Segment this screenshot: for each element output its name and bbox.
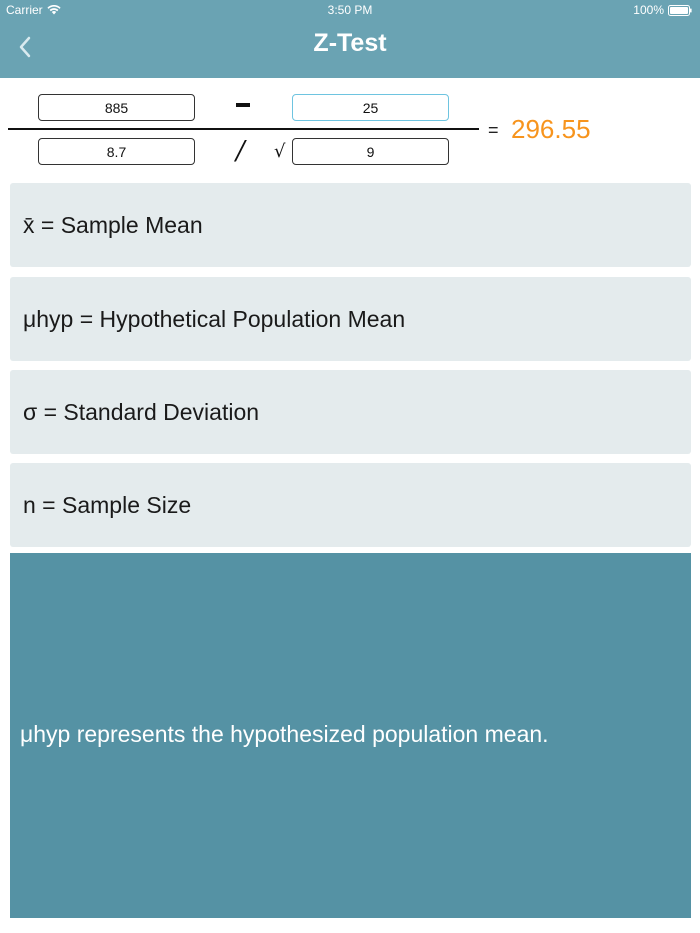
explanation-text: μhyp represents the hypothesized populat… [20,721,549,747]
explanation-panel: μhyp represents the hypothesized populat… [10,553,691,918]
status-bar: Carrier 3:50 PM 100% [0,0,700,20]
definition-standard-deviation[interactable]: σ = Standard Deviation [10,370,691,454]
status-time: 3:50 PM [327,3,373,17]
page-title: Z-Test [313,29,387,57]
z-score-result: 296.55 [511,114,591,144]
definition-hypothetical-mean[interactable]: μhyp = Hypothetical Population Mean [10,277,691,361]
hypothetical-mean-input[interactable] [292,94,449,121]
fraction-line [8,128,479,130]
battery-percent: 100% [633,3,664,17]
minus-sign [236,103,250,107]
definition-label: σ = Standard Deviation [23,399,260,425]
definition-label: x̄ = Sample Mean [23,212,203,238]
navigation-bar: Carrier 3:50 PM 100% Z-Test [0,0,700,78]
battery-icon [668,4,692,16]
equals-sign: = [488,120,499,140]
definition-sample-mean[interactable]: x̄ = Sample Mean [10,183,691,267]
sample-mean-input[interactable] [38,94,195,121]
definition-label: n = Sample Size [23,492,192,518]
divide-sign: / [236,136,245,166]
z-test-formula: / √ = 296.55 [0,78,700,178]
square-root-icon: √ [274,141,286,162]
definition-sample-size[interactable]: n = Sample Size [10,463,691,547]
standard-deviation-input[interactable] [38,138,195,165]
definition-label: μhyp = Hypothetical Population Mean [23,306,406,332]
sample-size-input[interactable] [292,138,449,165]
status-battery: 100% [633,3,692,17]
